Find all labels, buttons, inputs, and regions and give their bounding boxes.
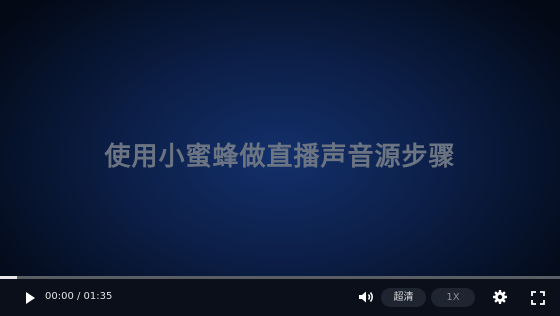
quality-button[interactable]: 超清 — [381, 288, 426, 307]
video-player[interactable]: 使用小蜜蜂做直播声音源步骤 00:00 / 01:35 超清 1X — [0, 0, 560, 316]
play-icon — [26, 292, 35, 304]
volume-icon — [359, 291, 373, 303]
control-bar: 00:00 / 01:35 超清 1X — [0, 279, 560, 316]
settings-button[interactable] — [492, 289, 508, 305]
play-button[interactable] — [22, 290, 38, 306]
fullscreen-button[interactable] — [531, 290, 545, 305]
gear-icon — [493, 290, 507, 304]
time-display: 00:00 / 01:35 — [45, 291, 113, 302]
fullscreen-icon — [531, 291, 545, 305]
video-title: 使用小蜜蜂做直播声音源步骤 — [104, 142, 456, 172]
speed-button[interactable]: 1X — [431, 288, 475, 307]
volume-button[interactable] — [357, 289, 375, 305]
